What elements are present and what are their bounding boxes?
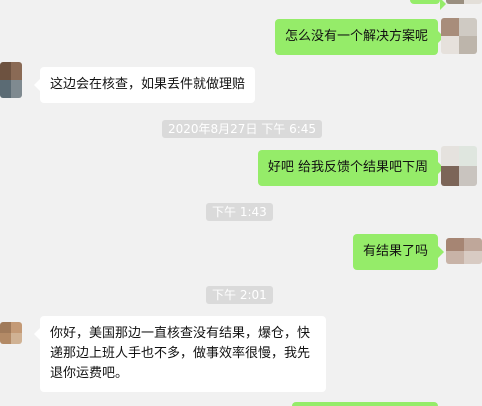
timestamp-divider: 下午 2:01 xyxy=(206,286,273,304)
message-bubble-incoming[interactable]: 你好，美国那边一直核查没有结果，爆仓，快递那边上班人手也不多，做事效率很慢，我先… xyxy=(34,316,326,392)
avatar-contact[interactable] xyxy=(0,322,22,344)
message-bubble-outgoing[interactable]: 好吧 给我反馈个结果吧下周 xyxy=(257,150,445,186)
timestamp-divider: 下午 1:43 xyxy=(206,203,273,221)
chat-history[interactable]: 怎么没有一个解决方案呢 这边会在核查，如果丢件就做理赔 2020年8月27日 下… xyxy=(0,0,482,406)
avatar-self[interactable] xyxy=(446,238,482,264)
avatar-self[interactable] xyxy=(441,146,477,186)
message-bubble-incoming[interactable]: 这边会在核查，如果丢件就做理赔 xyxy=(33,67,256,103)
message-bubble-outgoing[interactable]: 怎么没有一个解决方案呢 xyxy=(274,19,445,55)
avatar-self[interactable] xyxy=(441,18,477,54)
avatar-self-partial[interactable] xyxy=(446,0,482,4)
message-bubble-partial[interactable] xyxy=(410,0,446,10)
message-bubble-partial[interactable] xyxy=(292,402,438,406)
timestamp-divider: 2020年8月27日 下午 6:45 xyxy=(162,120,323,138)
message-bubble-outgoing[interactable]: 有结果了吗 xyxy=(352,234,445,270)
avatar-contact[interactable] xyxy=(0,62,22,98)
